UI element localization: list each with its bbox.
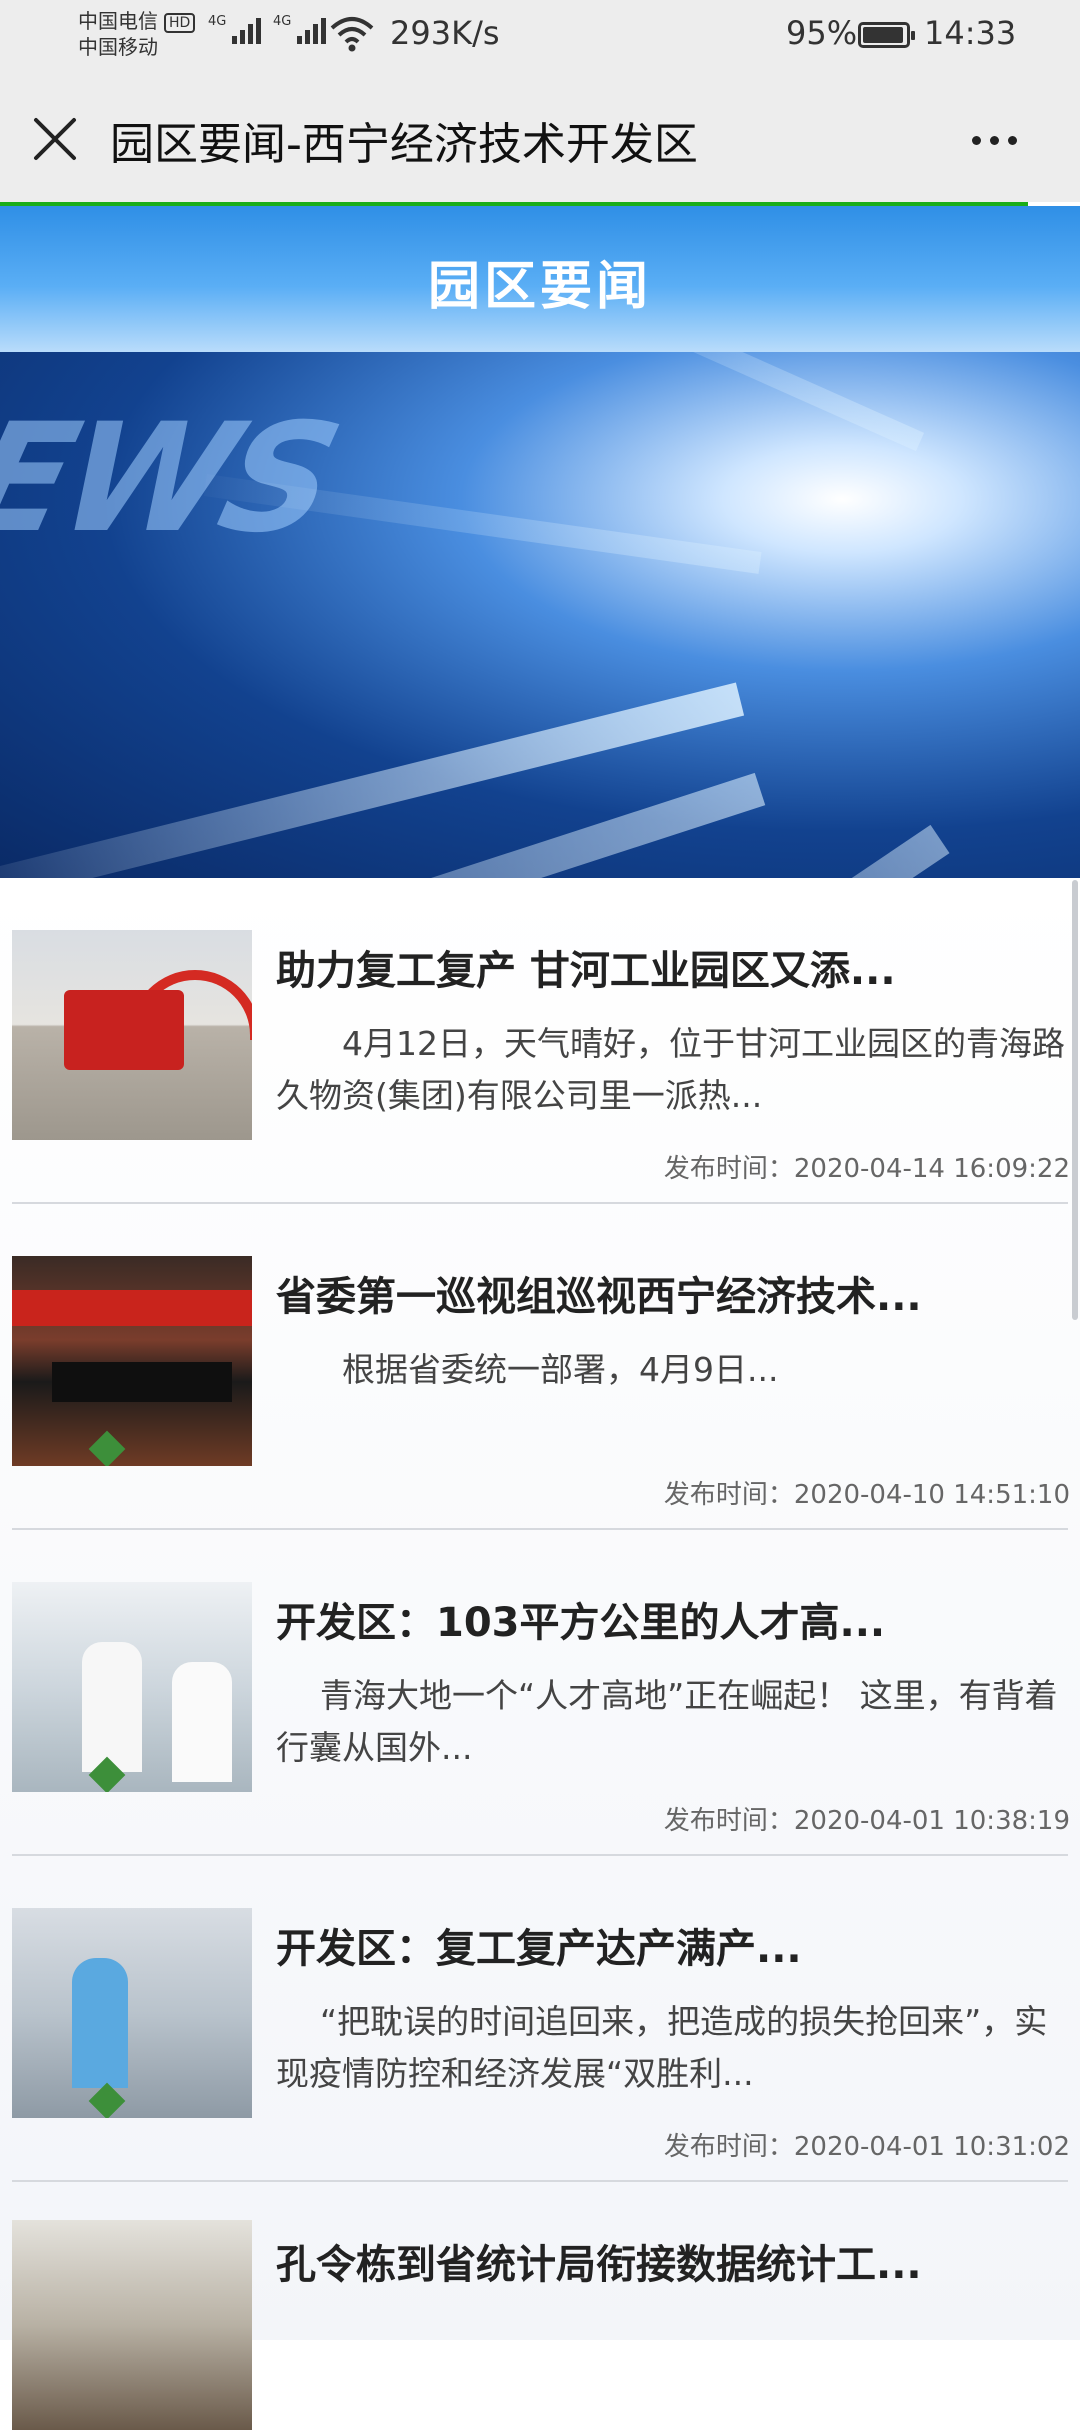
signal-1-icon: 4G <box>208 14 261 44</box>
hd-badge: HD <box>164 12 196 33</box>
news-title: 助力复工复产 甘河工业园区又添... <box>276 948 896 994</box>
news-thumbnail <box>12 1256 252 1466</box>
news-banner-image: EWS <box>0 352 1080 878</box>
section-title: 园区要闻 <box>427 257 652 317</box>
battery-icon <box>858 22 915 48</box>
news-title: 省委第一巡视组巡视西宁经济技术... <box>276 1274 922 1320</box>
news-time: 发布时间：2020-04-14 16:09:22 <box>663 1154 1070 1184</box>
news-time: 发布时间：2020-04-01 10:31:02 <box>663 2132 1070 2162</box>
battery-percent: 95% <box>786 14 858 52</box>
news-graphic: EWS <box>0 392 350 566</box>
signal-2-icon: 4G <box>273 14 326 44</box>
section-header: 园区要闻 <box>0 206 1080 352</box>
carrier-2: 中国移动 <box>78 35 158 59</box>
clock: 14:33 <box>924 14 1017 52</box>
news-item[interactable]: 孔令栋到省统计局衔接数据统计工... <box>0 2182 1080 2430</box>
signal-icons: 4G 4G <box>208 14 326 44</box>
news-title: 开发区：103平方公里的人才高... <box>276 1600 886 1646</box>
battery-level <box>863 27 903 43</box>
news-thumbnail <box>12 2220 252 2430</box>
status-bar: 中国电信 HD 中国移动 4G 4G 293K/s 95% 14:33 <box>0 0 1080 70</box>
news-desc: 青海大地一个“人才高地”正在崛起！ 这里，有背着行囊从国外... <box>276 1676 1058 1767</box>
carrier-1: 中国电信 <box>78 9 158 33</box>
scrollbar[interactable] <box>1072 880 1078 1320</box>
news-time: 发布时间：2020-04-10 14:51:10 <box>663 1480 1070 1510</box>
news-desc: 根据省委统一部署，4月9日... <box>342 1350 779 1389</box>
news-list: 助力复工复产 甘河工业园区又添... 4月12日，天气晴好，位于甘河工业园区的青… <box>0 878 1080 2430</box>
network-type-2: 4G <box>273 14 292 29</box>
news-item[interactable]: 省委第一巡视组巡视西宁经济技术... 根据省委统一部署，4月9日... 发布时间… <box>0 1204 1080 1530</box>
news-item[interactable]: 助力复工复产 甘河工业园区又添... 4月12日，天气晴好，位于甘河工业园区的青… <box>0 878 1080 1204</box>
news-item[interactable]: 开发区：103平方公里的人才高... 青海大地一个“人才高地”正在崛起！ 这里，… <box>0 1530 1080 1856</box>
news-title: 开发区：复工复产达产满产... <box>276 1926 802 1972</box>
news-thumbnail <box>12 1582 252 1792</box>
more-icon[interactable] <box>972 130 1032 150</box>
network-type-1: 4G <box>208 14 227 29</box>
network-speed: 293K/s <box>390 14 500 52</box>
news-desc: 4月12日，天气晴好，位于甘河工业园区的青海路久物资(集团)有限公司里一派热..… <box>276 1024 1065 1115</box>
wifi-icon <box>330 17 374 52</box>
carrier-info: 中国电信 HD 中国移动 <box>78 8 196 60</box>
title-bar: 园区要闻-西宁经济技术开发区 <box>0 70 1080 202</box>
page-title: 园区要闻-西宁经济技术开发区 <box>110 119 698 170</box>
news-thumbnail <box>12 930 252 1140</box>
news-item[interactable]: 开发区：复工复产达产满产... “把耽误的时间追回来，把造成的损失抢回来”，实现… <box>0 1856 1080 2182</box>
news-title: 孔令栋到省统计局衔接数据统计工... <box>276 2242 922 2288</box>
news-time: 发布时间：2020-04-01 10:38:19 <box>663 1806 1070 1836</box>
close-icon[interactable] <box>30 114 80 164</box>
news-desc: “把耽误的时间追回来，把造成的损失抢回来”，实现疫情防控和经济发展“双胜利... <box>276 2002 1048 2093</box>
news-thumbnail <box>12 1908 252 2118</box>
